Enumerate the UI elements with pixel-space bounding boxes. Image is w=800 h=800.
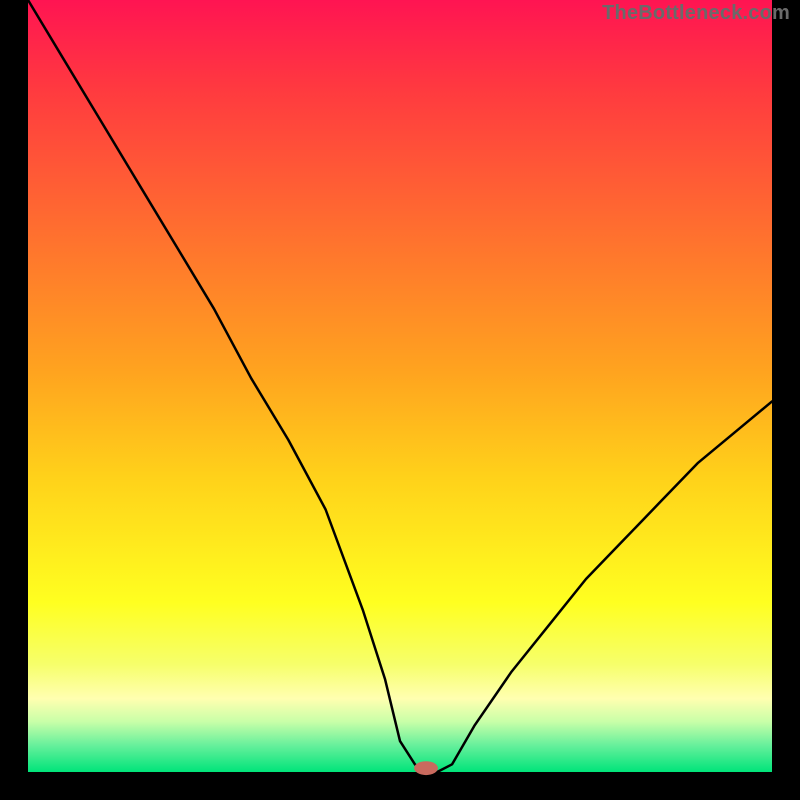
chart-svg (0, 0, 800, 800)
minimum-marker (414, 761, 438, 775)
plot-area (28, 0, 772, 772)
watermark-text: TheBottleneck.com (602, 2, 790, 25)
bottleneck-chart: TheBottleneck.com (0, 0, 800, 800)
